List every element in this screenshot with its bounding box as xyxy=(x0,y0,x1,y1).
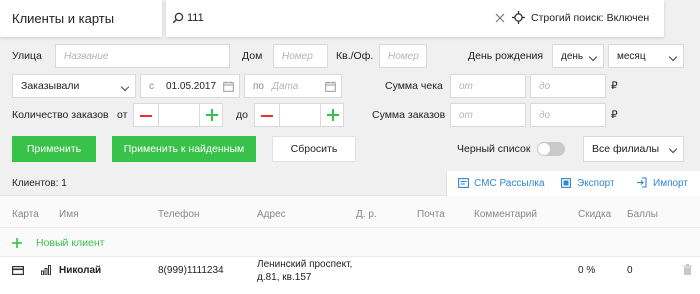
birthday-month-select[interactable]: месяц xyxy=(608,44,684,68)
col-name[interactable]: Имя xyxy=(59,209,78,220)
street-input[interactable]: Название xyxy=(55,44,230,68)
orders-sum-to-input[interactable]: до xyxy=(530,103,606,127)
trash-icon[interactable] xyxy=(683,264,692,275)
reset-button[interactable]: Сбросить xyxy=(272,136,356,162)
search-bar[interactable]: 111 Строгий поиск: Включен xyxy=(166,0,664,37)
page-title: Клиенты и карты xyxy=(12,11,115,26)
street-label: Улица xyxy=(12,50,42,62)
col-discount[interactable]: Скидка xyxy=(578,209,611,220)
calendar-icon[interactable] xyxy=(223,81,234,92)
col-comment[interactable]: Комментарий xyxy=(474,209,537,220)
col-email[interactable]: Почта xyxy=(417,209,445,220)
divider xyxy=(0,227,700,228)
birthday-label: День рождения xyxy=(468,50,544,62)
receipt-sum-label: Сумма чека xyxy=(385,80,443,92)
import-link[interactable]: Импорт xyxy=(653,178,688,189)
new-client-row[interactable]: Новый клиент xyxy=(0,231,700,255)
birthday-day-select[interactable]: день xyxy=(552,44,604,68)
stepper-value[interactable] xyxy=(158,104,200,126)
client-phone: 8(999)1111234 xyxy=(158,265,224,276)
import-icon xyxy=(637,177,647,188)
plus-icon[interactable] xyxy=(327,109,339,121)
orders-sum-from-input[interactable]: от xyxy=(450,103,526,127)
house-label: Дом xyxy=(242,50,263,62)
minus-icon[interactable] xyxy=(140,115,152,117)
stepper-value[interactable] xyxy=(279,104,321,126)
order-count-from-label: от xyxy=(117,109,128,121)
currency-sign: ₽ xyxy=(611,80,618,92)
client-points: 0 xyxy=(627,265,633,276)
blacklist-label: Черный список xyxy=(457,143,531,155)
date-to-input[interactable]: по Дата xyxy=(244,74,342,98)
new-client-link[interactable]: Новый клиент xyxy=(36,237,104,249)
crosshair-icon xyxy=(512,11,525,24)
header-title-box: Клиенты и карты xyxy=(0,0,162,37)
client-address-line2: д.81, кв.157 xyxy=(257,272,312,283)
receipt-from-input[interactable]: от xyxy=(450,74,526,98)
client-discount: 0 % xyxy=(578,265,596,276)
orders-sum-label: Сумма заказов xyxy=(372,109,446,121)
col-birthday[interactable]: Д. р. xyxy=(356,209,377,220)
order-count-from-stepper[interactable] xyxy=(133,103,223,127)
divider xyxy=(0,256,700,257)
apt-input[interactable]: Номер xyxy=(379,44,427,68)
currency-sign: ₽ xyxy=(611,109,618,121)
receipt-to-input[interactable]: до xyxy=(530,74,606,98)
chevron-down-icon xyxy=(588,52,598,62)
strict-search-toggle[interactable]: Строгий поиск: Включен xyxy=(531,12,649,24)
plus-icon xyxy=(12,238,22,248)
client-address-line1: Ленинский проспект, xyxy=(257,259,353,270)
sms-mailing-link[interactable]: СМС Рассылка xyxy=(474,178,545,189)
col-points[interactable]: Баллы xyxy=(627,209,658,220)
search-input[interactable]: 111 xyxy=(187,12,204,24)
export-link[interactable]: Экспорт xyxy=(577,178,615,189)
chevron-down-icon xyxy=(668,52,678,62)
client-name: Николай xyxy=(59,265,102,276)
clients-count: Клиентов: 1 xyxy=(12,178,67,189)
chevron-down-icon xyxy=(668,144,678,154)
sms-icon xyxy=(458,178,469,188)
apply-button[interactable]: Применить xyxy=(12,136,96,162)
apply-found-button[interactable]: Применить к найденным xyxy=(112,136,256,162)
order-mode-select[interactable]: Заказывали xyxy=(12,74,136,98)
calendar-icon[interactable] xyxy=(325,81,336,92)
order-count-to-stepper[interactable] xyxy=(254,103,344,127)
card-icon xyxy=(12,266,24,275)
order-count-label: Количество заказов xyxy=(12,109,109,121)
clear-search-icon[interactable] xyxy=(495,13,505,23)
col-phone[interactable]: Телефон xyxy=(158,209,199,220)
table-row[interactable]: Николай 8(999)1111234 Ленинский проспект… xyxy=(0,258,700,294)
stats-icon xyxy=(41,265,51,275)
plus-icon[interactable] xyxy=(206,109,218,121)
col-card[interactable]: Карта xyxy=(12,209,39,220)
date-from-input[interactable]: с 01.05.2017 xyxy=(140,74,240,98)
export-icon xyxy=(561,178,571,188)
search-icon xyxy=(172,12,184,24)
col-address[interactable]: Адрес xyxy=(257,209,286,220)
order-count-to-label: до xyxy=(236,109,248,121)
branches-select[interactable]: Все филиалы xyxy=(583,136,684,162)
apt-label: Кв./Оф. xyxy=(336,50,374,62)
chevron-down-icon xyxy=(120,82,130,92)
minus-icon[interactable] xyxy=(261,115,273,117)
blacklist-toggle[interactable] xyxy=(537,142,565,156)
toggle-knob xyxy=(538,143,550,155)
house-input[interactable]: Номер xyxy=(273,44,328,68)
